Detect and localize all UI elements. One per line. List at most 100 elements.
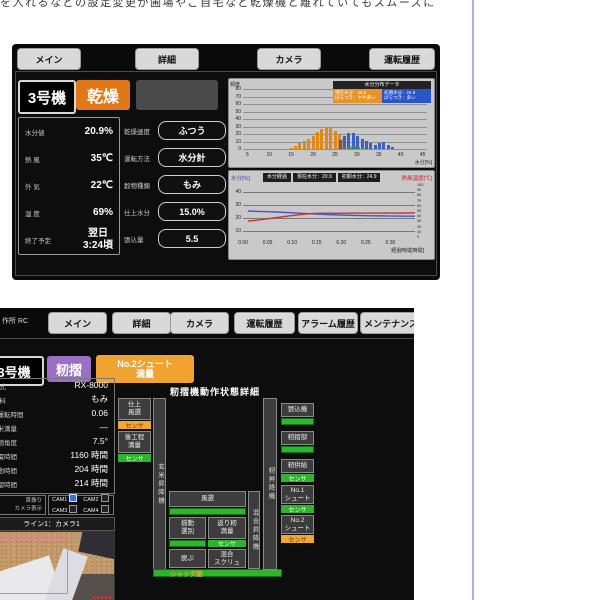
grid-line: [243, 127, 427, 128]
reading-value: 翌日 3:24頃: [83, 228, 113, 251]
x-tick: 45: [418, 152, 428, 158]
spec-value: 0.06: [91, 409, 108, 419]
setting-row: 穀物種類もみ: [124, 171, 226, 198]
spec-label: 稼動時間: [0, 465, 17, 475]
spec-value: 204 時間: [74, 465, 108, 475]
huller-panel: 作所 RC メイン詳細カメラ運転履歴アラーム履歴メンテナンス 3号機 籾摺 No…: [0, 308, 414, 600]
setting-button[interactable]: 水分計: [158, 148, 226, 167]
camera-image: [0, 531, 115, 600]
histogram-bar: [294, 146, 297, 149]
camera-option-label: CAM4: [83, 508, 98, 514]
setting-label: 張込量: [124, 234, 144, 244]
setting-label: 仕上水分: [124, 207, 150, 217]
histogram-bar: [325, 127, 328, 150]
camera-roi-rect: [0, 538, 68, 594]
spec-value: —: [100, 423, 109, 433]
setting-button[interactable]: ふつう: [158, 121, 226, 140]
camera-control-labels: 首振り カメラ表示: [0, 495, 46, 515]
camera-checkbox[interactable]: [101, 494, 109, 502]
moisture-histogram: 01020304050607080頻度51015202530354045水分[%…: [228, 78, 435, 168]
histogram-bar: [320, 129, 323, 149]
setting-row: 乾燥速度ふつう: [124, 117, 226, 144]
spec-row: 稼動時間 204 時間: [0, 463, 114, 477]
x-tick: 20: [308, 152, 318, 158]
dryer-settings-panel: 乾燥速度ふつう運転方法水分計穀物種類もみ仕上水分15.0%張込量5.5: [124, 117, 226, 253]
dryer-readings-panel: 水分値20.9%熱 風35℃外 気22℃湿 度69%終了予定翌日 3:24頃: [18, 117, 120, 255]
legend-entry: 初期水分：24.9ばらつき：多い: [382, 89, 431, 103]
huller-tab-6[interactable]: メンテナンス: [360, 312, 414, 334]
spec-row: 籾摺時間214 時間: [0, 477, 114, 491]
camera-title-bar: ライン1：カメラ1: [0, 517, 115, 531]
huller-tab-4[interactable]: 運転履歴: [234, 312, 295, 334]
spec-label: 玄米満量: [0, 423, 17, 433]
spec-label: 残運転時間: [0, 409, 24, 419]
flow-title: 籾摺機動作状態詳細: [170, 385, 260, 398]
dryer-tab-3[interactable]: カメラ: [257, 48, 321, 70]
histogram-bar: [334, 131, 337, 149]
histogram-bar: [290, 148, 293, 150]
histogram-bar: [357, 147, 360, 149]
setting-button[interactable]: もみ: [158, 175, 226, 194]
y-tick: 0: [230, 146, 241, 152]
spec-row: 穀物角度7.5°: [0, 435, 114, 449]
huller-tab-1[interactable]: メイン: [48, 312, 107, 334]
reading-label: 熱 風: [25, 154, 40, 164]
legend-row: 現在水分：20.9ばらつき：やや多い初期水分：24.9ばらつき：多い: [333, 89, 431, 103]
spec-value: 1160 時間: [70, 451, 108, 461]
camera-checkbox[interactable]: [101, 505, 109, 513]
y-tick: 40: [230, 116, 241, 122]
camera-select-row: CAM3CAM4: [52, 505, 113, 516]
dryer-tab-4[interactable]: 運転履歴: [369, 48, 435, 70]
legend-entry-detail: ばらつき：多い: [384, 95, 429, 100]
setting-button[interactable]: 5.5: [158, 229, 226, 248]
y-tick: 50: [230, 109, 241, 115]
histogram-bar: [307, 139, 310, 150]
page-divider-line: [472, 0, 474, 600]
histogram-bar: [378, 143, 381, 149]
huller-tab-3[interactable]: カメラ: [170, 312, 229, 334]
histogram-legend: 水分分布データ現在水分：20.9ばらつき：やや多い初期水分：24.9ばらつき：多…: [333, 81, 431, 103]
x-tick: 25: [330, 152, 340, 158]
spec-row: 残運転時間 0.06: [0, 407, 114, 421]
reading-label: 外 気: [25, 181, 40, 191]
histogram-bar: [303, 141, 306, 149]
spec-row: 通電時間1160 時間: [0, 449, 114, 463]
camera-checkbox[interactable]: [69, 494, 77, 502]
huller-corner-label: 作所 RC: [2, 316, 28, 326]
page-caption: を入れるなどの設定変更が圃場やご自宅など乾燥機と離れていてもスムーズに: [0, 0, 470, 9]
huller-tab-5[interactable]: アラーム履歴: [298, 312, 358, 334]
reading-label: 終了予定: [25, 235, 51, 245]
histogram-bar: [365, 141, 368, 149]
dryer-empty-status-box: [136, 80, 218, 110]
reading-row: 熱 風35℃: [19, 145, 119, 172]
histogram-bar: [339, 140, 342, 149]
histogram-bar: [312, 136, 315, 150]
camera-option-label: CAM2: [83, 497, 98, 503]
legend-title: 水分分布データ: [333, 81, 431, 89]
legend-entry-detail: ばらつき：やや多い: [335, 95, 380, 100]
spec-label: 籾摺時間: [0, 479, 17, 489]
huller-tab-2[interactable]: 詳細: [112, 312, 171, 334]
setting-label: 穀物種類: [124, 180, 150, 190]
x-axis-label: 水分[%]: [415, 159, 432, 166]
camera-option-label: CAM1: [52, 497, 67, 503]
y-tick: 20: [230, 131, 241, 137]
moisture-trend-chart: 水分[%]水分経過現在水分：20.9初期水分：24.9熱風温度[℃]102030…: [228, 170, 435, 260]
reading-row: 湿 度69%: [19, 199, 119, 226]
dryer-tab-2[interactable]: 詳細: [135, 48, 199, 70]
y-tick: 70: [230, 94, 241, 100]
histogram-bar: [361, 148, 364, 150]
grid-line: [243, 149, 427, 150]
setting-row: 運転方法水分計: [124, 144, 226, 171]
y-tick: 60: [230, 101, 241, 107]
dryer-panel: メイン詳細カメラ運転履歴 3号機 乾燥 水分値20.9%熱 風35℃外 気22℃…: [12, 44, 440, 280]
histogram-bar: [387, 145, 390, 150]
setting-button[interactable]: 15.0%: [158, 202, 226, 221]
x-tick: 15: [286, 152, 296, 158]
camera-checkbox[interactable]: [69, 505, 77, 513]
reading-label: 水分値: [25, 127, 45, 137]
camera-select-box: CAM1 CAM2 CAM3CAM4: [48, 495, 114, 515]
reading-value: 22℃: [91, 180, 113, 192]
y-tick: 10: [230, 139, 241, 145]
dryer-tab-1[interactable]: メイン: [17, 48, 81, 70]
